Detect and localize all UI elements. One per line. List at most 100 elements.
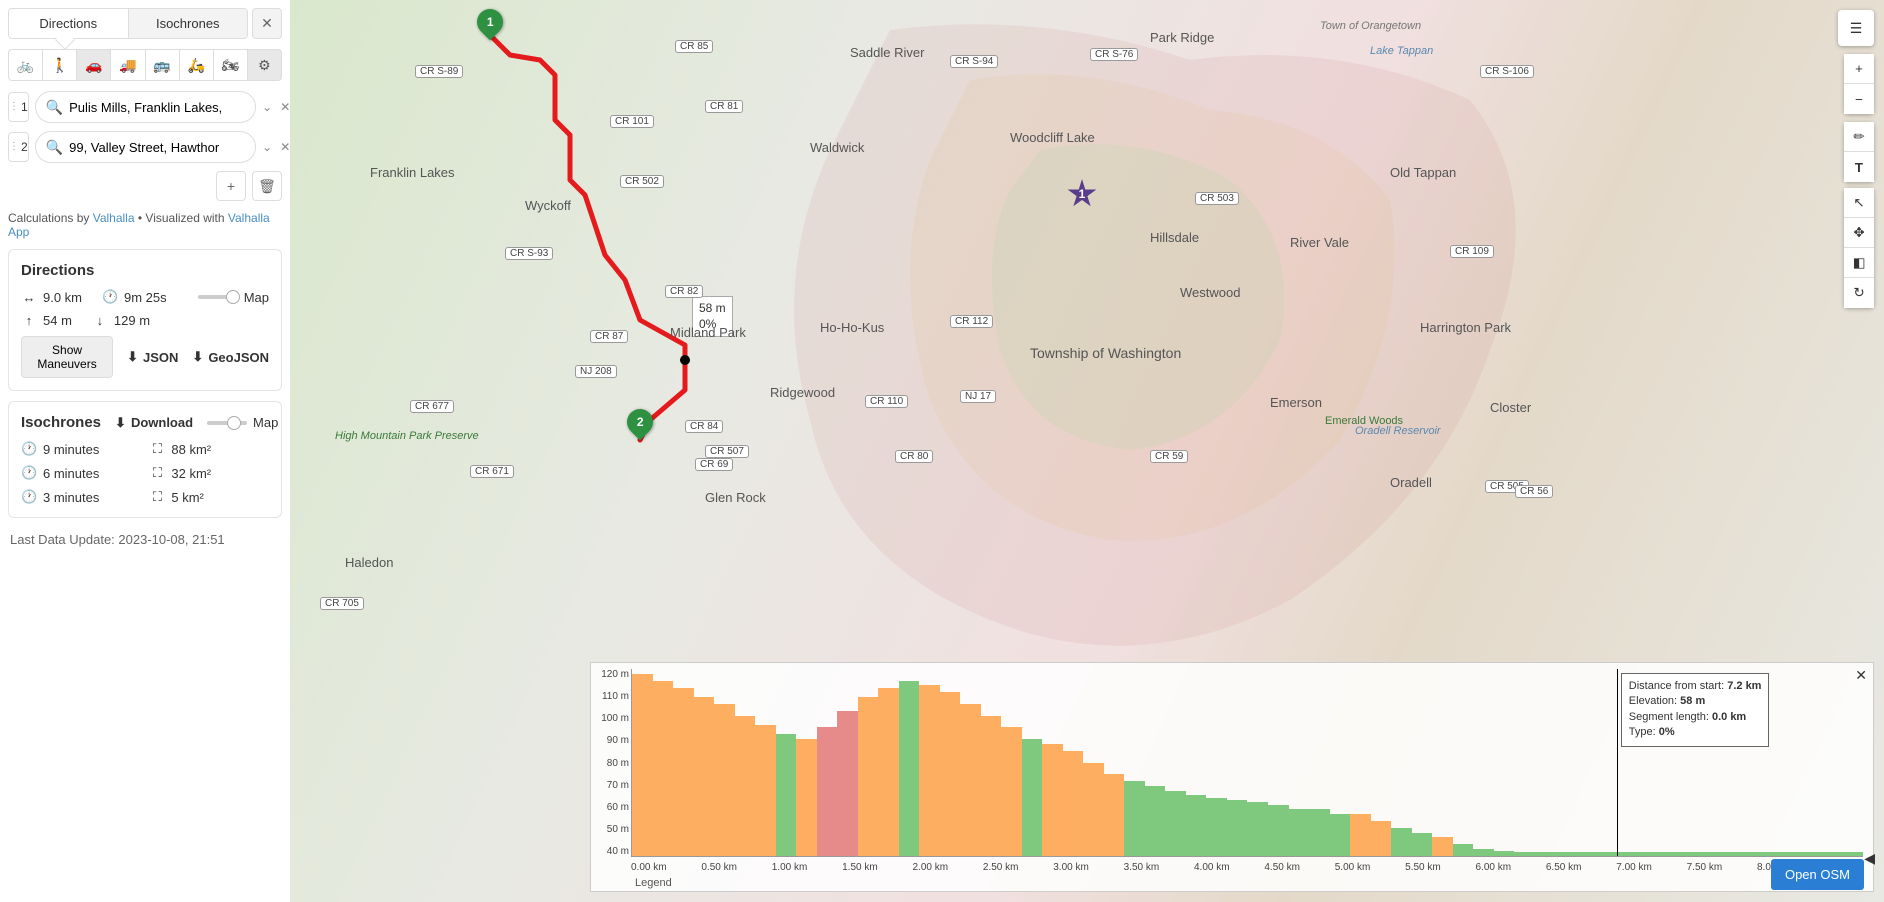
waypoint-row-1: ⋮1 🔍 ⌄ ✕: [8, 91, 282, 123]
layers-button[interactable]: ☰: [1838, 10, 1874, 46]
descent-icon: ↓: [92, 313, 108, 328]
plus-icon: +: [1855, 61, 1863, 76]
waypoint-remove-icon[interactable]: ✕: [280, 140, 290, 154]
erase-button[interactable]: ◧: [1844, 248, 1874, 278]
search-icon: 🔍: [46, 99, 63, 116]
map-canvas[interactable]: 58 m 0% 1 2 1 Franklin Lakes Wyckoff Wal…: [290, 0, 1884, 902]
elevation-chart[interactable]: Distance from start: 7.2 km Elevation: 5…: [631, 669, 1863, 857]
road-shield: CR 109: [1450, 245, 1494, 258]
road-shield: CR 503: [1195, 192, 1239, 205]
iso-area-1: 32 km²: [171, 466, 211, 481]
mode-bus[interactable]: 🚌: [146, 49, 180, 81]
road-shield: CR S-93: [505, 247, 553, 260]
waypoint-input-2[interactable]: [69, 140, 245, 155]
iso-map-toggle-label: Map: [253, 415, 278, 430]
iso-opacity-slider[interactable]: [207, 421, 247, 425]
road-shield: NJ 208: [575, 365, 617, 378]
iso-area-0: 88 km²: [171, 442, 211, 457]
road-shield: CR 81: [705, 100, 743, 113]
download-icon: ⬇: [127, 349, 138, 365]
elevation-panel: ✕ ◀ 120 m110 m100 m90 m80 m70 m60 m50 m4…: [590, 662, 1874, 892]
motorcycle-icon: 🏍: [221, 57, 239, 74]
road-shield: CR 56: [1515, 485, 1553, 498]
mode-scooter[interactable]: 🛵: [180, 49, 214, 81]
drag-button[interactable]: ✥: [1844, 218, 1874, 248]
waypoint-remove-icon[interactable]: ✕: [280, 100, 290, 114]
road-shield: CR 85: [675, 40, 713, 53]
waypoint-confirm-icon[interactable]: ⌄: [262, 100, 272, 114]
download-json-link[interactable]: ⬇JSON: [127, 349, 178, 365]
place-label: Hillsdale: [1150, 230, 1199, 245]
place-label: Ho-Ho-Kus: [820, 320, 884, 335]
waypoint-drag-handle[interactable]: ⋮1: [8, 92, 29, 122]
edit-cursor-button[interactable]: ↖: [1844, 188, 1874, 218]
trash-icon: 🗑: [258, 178, 276, 195]
pedestrian-icon: 🚶: [51, 57, 68, 74]
route-hover-point: [680, 355, 690, 365]
refresh-button[interactable]: ↻: [1844, 278, 1874, 308]
distance-value: 9.0 km: [43, 290, 82, 305]
waypoint-number: 1: [21, 100, 28, 114]
elevation-legend-toggle[interactable]: Legend: [635, 877, 672, 889]
place-label: Old Tappan: [1390, 165, 1456, 180]
show-maneuvers-button[interactable]: Show Maneuvers: [21, 336, 113, 378]
eraser-icon: ◧: [1853, 255, 1866, 271]
time-value: 9m 25s: [124, 290, 167, 305]
mode-motorcycle[interactable]: 🏍: [214, 49, 248, 81]
download-isochrones-link[interactable]: ⬇Download: [115, 415, 193, 431]
tabs: Directions Isochrones: [8, 8, 248, 39]
travel-mode-selector: 🚲 🚶 🚗 🚚 🚌 🛵 🏍 ⚙: [8, 49, 282, 81]
iso-area-2: 5 km²: [171, 490, 204, 505]
isochrones-title: Isochrones: [21, 414, 101, 431]
elevation-x-axis: 0.00 km0.50 km1.00 km1.50 km2.00 km2.50 …: [631, 862, 1863, 873]
elevation-collapse-button[interactable]: ◀: [1864, 850, 1875, 867]
clear-waypoints-button[interactable]: 🗑: [252, 171, 282, 201]
mode-settings[interactable]: ⚙: [248, 49, 282, 81]
mode-car[interactable]: 🚗: [77, 49, 111, 81]
descent-value: 129 m: [114, 313, 150, 328]
place-label: Wyckoff: [525, 198, 571, 213]
road-shield: CR 502: [620, 175, 664, 188]
minus-icon: −: [1855, 92, 1863, 107]
road-shield: CR 112: [950, 315, 993, 328]
waypoint-marker-2[interactable]: 2: [627, 409, 653, 445]
isochrones-card: Isochrones ⬇Download Map 🕐9 minutes ⛶88 …: [8, 401, 282, 518]
road-shield: CR 84: [685, 420, 723, 433]
waypoint-confirm-icon[interactable]: ⌄: [262, 140, 272, 154]
directions-title: Directions: [21, 262, 269, 279]
road-shield: CR 69: [695, 458, 733, 471]
waypoint-drag-handle[interactable]: ⋮2: [8, 132, 29, 162]
valhalla-link[interactable]: Valhalla: [93, 211, 135, 225]
zoom-in-button[interactable]: +: [1844, 54, 1874, 84]
mode-truck[interactable]: 🚚: [111, 49, 145, 81]
place-label: Ridgewood: [770, 385, 835, 400]
map-opacity-slider[interactable]: [198, 295, 238, 299]
place-label: Park Ridge: [1150, 30, 1214, 45]
zoom-out-button[interactable]: −: [1844, 84, 1874, 114]
truck-icon: 🚚: [119, 57, 136, 74]
tab-isochrones[interactable]: Isochrones: [129, 9, 248, 38]
place-label: Township of Washington: [1030, 345, 1181, 361]
road-shield: CR 110: [865, 395, 908, 408]
settings-icon: ⚙: [258, 57, 271, 74]
isochrone-center-marker[interactable]: 1: [1067, 179, 1093, 215]
place-label: Oradell Reservoir: [1355, 425, 1441, 437]
mode-pedestrian[interactable]: 🚶: [43, 49, 77, 81]
refresh-icon: ↻: [1853, 285, 1864, 301]
download-geojson-link[interactable]: ⬇GeoJSON: [192, 349, 269, 365]
draw-polyline-button[interactable]: ✏: [1844, 122, 1874, 152]
waypoint-marker-1[interactable]: 1: [477, 9, 503, 45]
close-panel-button[interactable]: ✕: [252, 8, 282, 39]
place-label: Waldwick: [810, 140, 864, 155]
clock-icon: 🕐: [21, 441, 37, 457]
road-shield: CR 101: [610, 115, 654, 128]
sidebar: Directions Isochrones ✕ 🚲 🚶 🚗 🚚 🚌 🛵 🏍 ⚙ …: [0, 0, 290, 902]
credits-text: Calculations by Valhalla • Visualized wi…: [8, 211, 282, 239]
waypoint-input-1[interactable]: [69, 100, 245, 115]
layers-icon: ☰: [1850, 20, 1863, 37]
search-icon: 🔍: [46, 139, 63, 156]
mode-bicycle[interactable]: 🚲: [8, 49, 43, 81]
draw-text-button[interactable]: T: [1844, 152, 1874, 182]
add-waypoint-button[interactable]: +: [216, 171, 246, 201]
open-osm-button[interactable]: Open OSM: [1771, 859, 1864, 890]
